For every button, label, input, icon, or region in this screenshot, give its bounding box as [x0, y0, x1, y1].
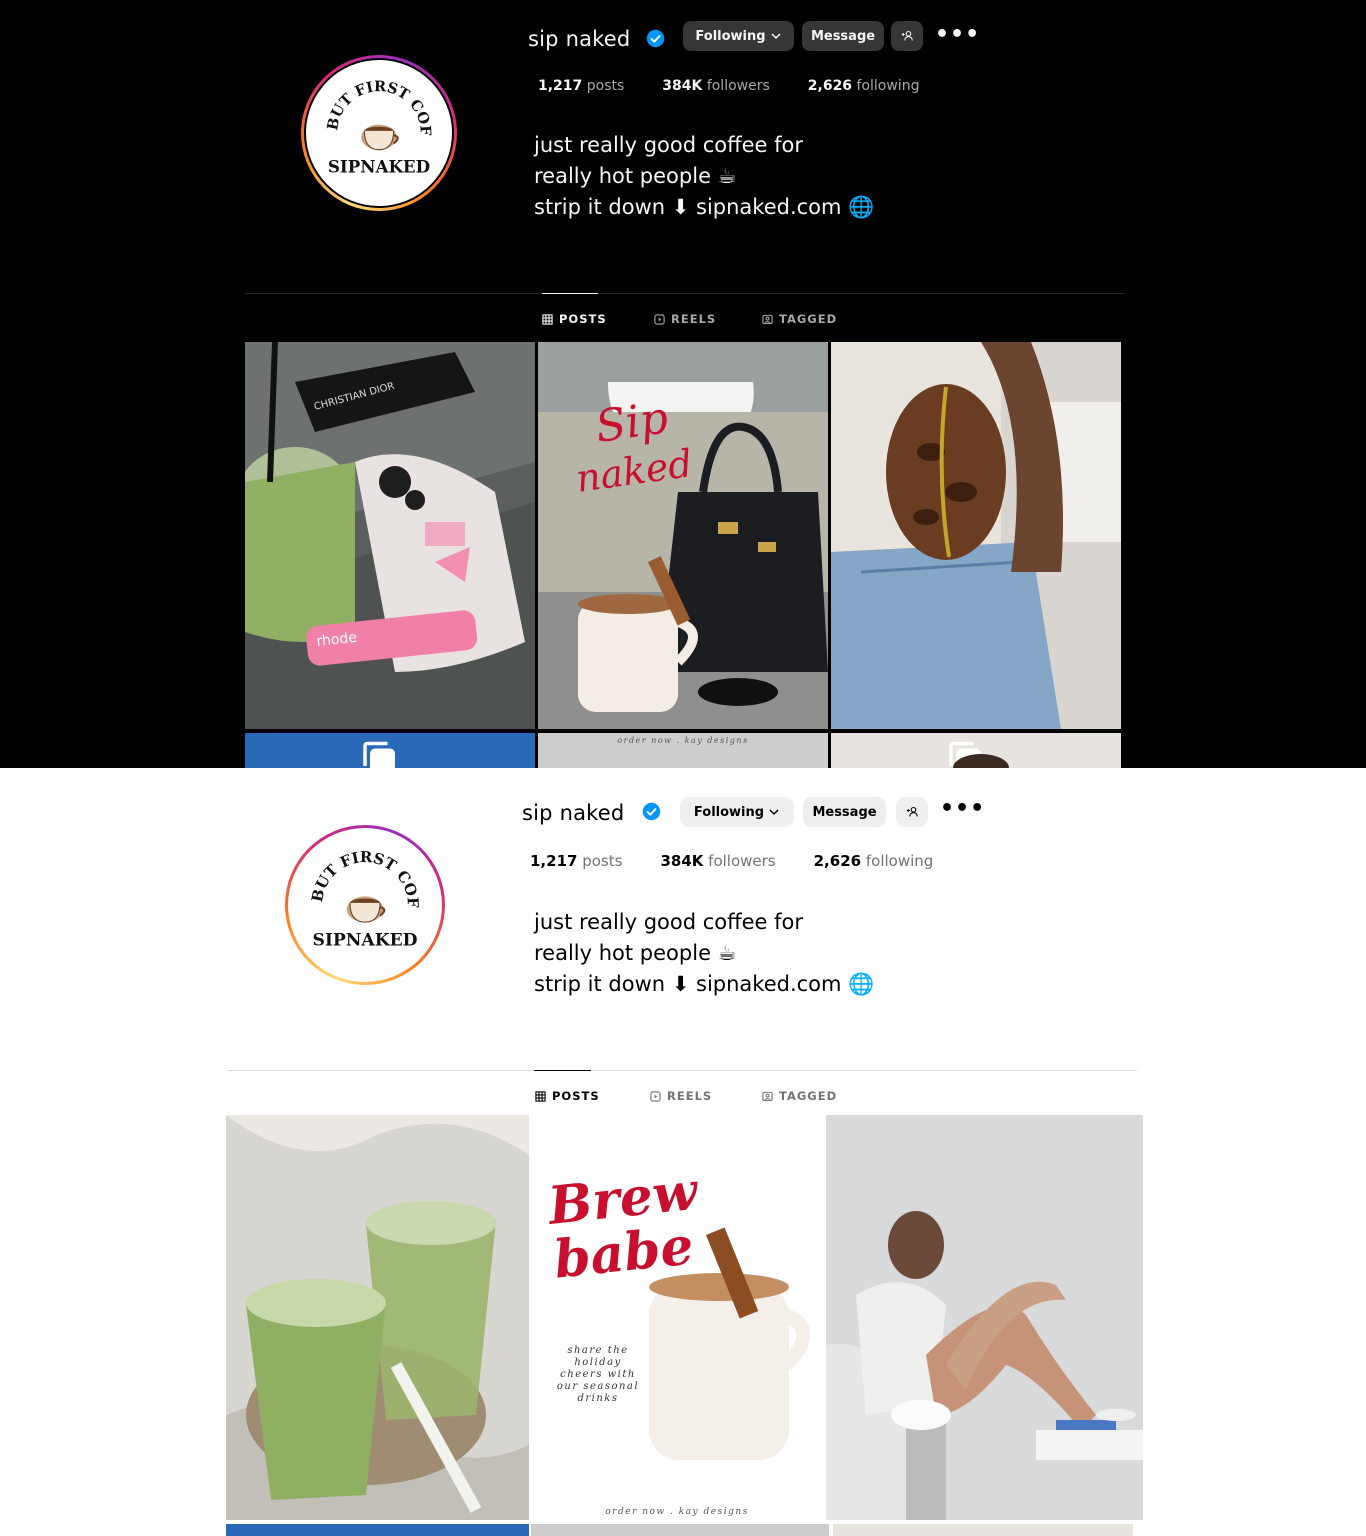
dark-profile-panel: BUT FIRST COFFEE SIPNAKED sip naked Foll… — [0, 0, 1366, 768]
tabs-divider — [245, 293, 1125, 294]
followers-count[interactable]: 384K followers — [662, 78, 769, 94]
post-subcaption: share the holiday cheers with our season… — [556, 1345, 640, 1404]
tagged-icon — [762, 1091, 773, 1101]
bio-link-line[interactable]: strip it down ⬇ sipnaked.com 🌐 — [534, 969, 874, 1000]
light-profile-panel: BUT FIRST COFFEE SIPNAKED sip naked Foll… — [0, 768, 1366, 1536]
reels-icon — [650, 1090, 661, 1102]
grid-icon — [535, 1090, 546, 1102]
post-thumbnail[interactable] — [831, 342, 1121, 729]
verified-badge-icon — [642, 802, 661, 821]
tagged-icon — [762, 314, 773, 324]
add-user-icon — [906, 806, 918, 817]
profile-bio: just really good coffee for really hot p… — [534, 907, 874, 1000]
more-options-icon[interactable]: ••• — [940, 798, 985, 820]
following-count[interactable]: 2,626 following — [814, 852, 934, 870]
post-thumbnail[interactable]: order now . kay designs — [538, 733, 828, 768]
grid-icon — [542, 313, 553, 325]
following-button[interactable]: Following — [683, 21, 794, 51]
post-thumbnail[interactable] — [226, 1115, 529, 1520]
svg-text:BUT FIRST COFFEE: BUT FIRST COFFEE — [290, 830, 422, 909]
svg-text:BUT FIRST COFFEE: BUT FIRST COFFEE — [306, 60, 434, 137]
tab-tagged[interactable]: TAGGED — [762, 312, 837, 326]
two-matcha-image — [226, 1115, 529, 1520]
bio-line: just really good coffee for — [534, 133, 804, 157]
username: sip naked — [522, 801, 625, 825]
sip-naked-bag-image: Sip naked — [538, 342, 828, 729]
bio-link-line[interactable]: strip it down ⬇ sipnaked.com 🌐 — [534, 192, 874, 223]
tab-posts[interactable]: POSTS — [542, 312, 607, 326]
sipnaked-logo: BUT FIRST COFFEE SIPNAKED — [290, 830, 440, 980]
svg-text:SIPNAKED: SIPNAKED — [328, 157, 430, 177]
post-thumbnail[interactable]: Sip naked — [538, 342, 828, 729]
tab-tagged[interactable]: TAGGED — [762, 1089, 837, 1103]
post-footer: order now . kay designs — [605, 1507, 749, 1517]
post-caption: order now . kay designs — [617, 736, 749, 745]
carousel-icon — [363, 741, 395, 768]
more-options-icon[interactable]: ••• — [935, 24, 980, 46]
suggest-users-button[interactable] — [896, 797, 928, 827]
post-thumbnail[interactable] — [831, 733, 1121, 768]
bio-line: really hot people ☕ — [534, 164, 737, 188]
matcha-phone-image: CHRISTIAN DIOR rhode — [245, 342, 535, 729]
chevron-down-icon — [771, 33, 781, 40]
add-user-icon — [901, 30, 913, 41]
post-thumbnail[interactable] — [826, 1115, 1143, 1520]
post-thumbnail[interactable] — [226, 1524, 529, 1536]
post-thumbnail[interactable] — [531, 1524, 829, 1536]
tab-posts[interactable]: POSTS — [535, 1089, 600, 1103]
chevron-down-icon — [769, 809, 779, 816]
followers-count[interactable]: 384K followers — [660, 852, 775, 870]
following-button[interactable]: Following — [680, 797, 794, 827]
bio-line: just really good coffee for — [534, 910, 804, 934]
tab-reels[interactable]: REELS — [650, 1089, 712, 1103]
post-thumbnail[interactable]: CHRISTIAN DIOR rhode — [245, 342, 535, 729]
post-caption: Brew babe — [545, 1160, 701, 1291]
active-tab-indicator — [534, 1070, 591, 1071]
reels-icon — [654, 313, 665, 325]
message-button[interactable]: Message — [802, 21, 884, 51]
post-image-fragment — [953, 754, 1009, 768]
post-thumbnail[interactable]: Brew babe share the holiday cheers with … — [531, 1115, 823, 1520]
tabs-divider — [227, 1070, 1137, 1071]
avatar[interactable]: BUT FIRST COFFEE SIPNAKED — [285, 825, 445, 985]
posts-count: 1,217 posts — [530, 852, 623, 870]
post-thumbnail[interactable] — [245, 733, 535, 768]
avatar[interactable]: BUT FIRST COFFEE SIPNAKED — [301, 55, 457, 211]
svg-text:Sip: Sip — [592, 392, 671, 453]
following-count[interactable]: 2,626 following — [808, 78, 920, 94]
bio-line: really hot people ☕ — [534, 941, 737, 965]
woman-drinking-coffee-image — [826, 1115, 1143, 1520]
profile-stats: 1,217 posts 384K followers 2,626 followi… — [530, 852, 933, 870]
posts-count: 1,217 posts — [538, 78, 625, 94]
tab-reels[interactable]: REELS — [654, 312, 716, 326]
sipnaked-logo: BUT FIRST COFFEE SIPNAKED — [306, 60, 452, 206]
svg-text:SIPNAKED: SIPNAKED — [313, 931, 418, 951]
verified-badge-icon — [646, 29, 665, 48]
suggest-users-button[interactable] — [891, 21, 923, 51]
active-tab-indicator — [542, 293, 598, 294]
profile-stats: 1,217 posts 384K followers 2,626 followi… — [538, 78, 919, 94]
message-button[interactable]: Message — [803, 797, 886, 827]
username: sip naked — [528, 27, 631, 51]
post-thumbnail[interactable] — [833, 1524, 1133, 1536]
profile-bio: just really good coffee for really hot p… — [534, 130, 874, 223]
coffee-bean-jeans-image — [831, 342, 1121, 729]
